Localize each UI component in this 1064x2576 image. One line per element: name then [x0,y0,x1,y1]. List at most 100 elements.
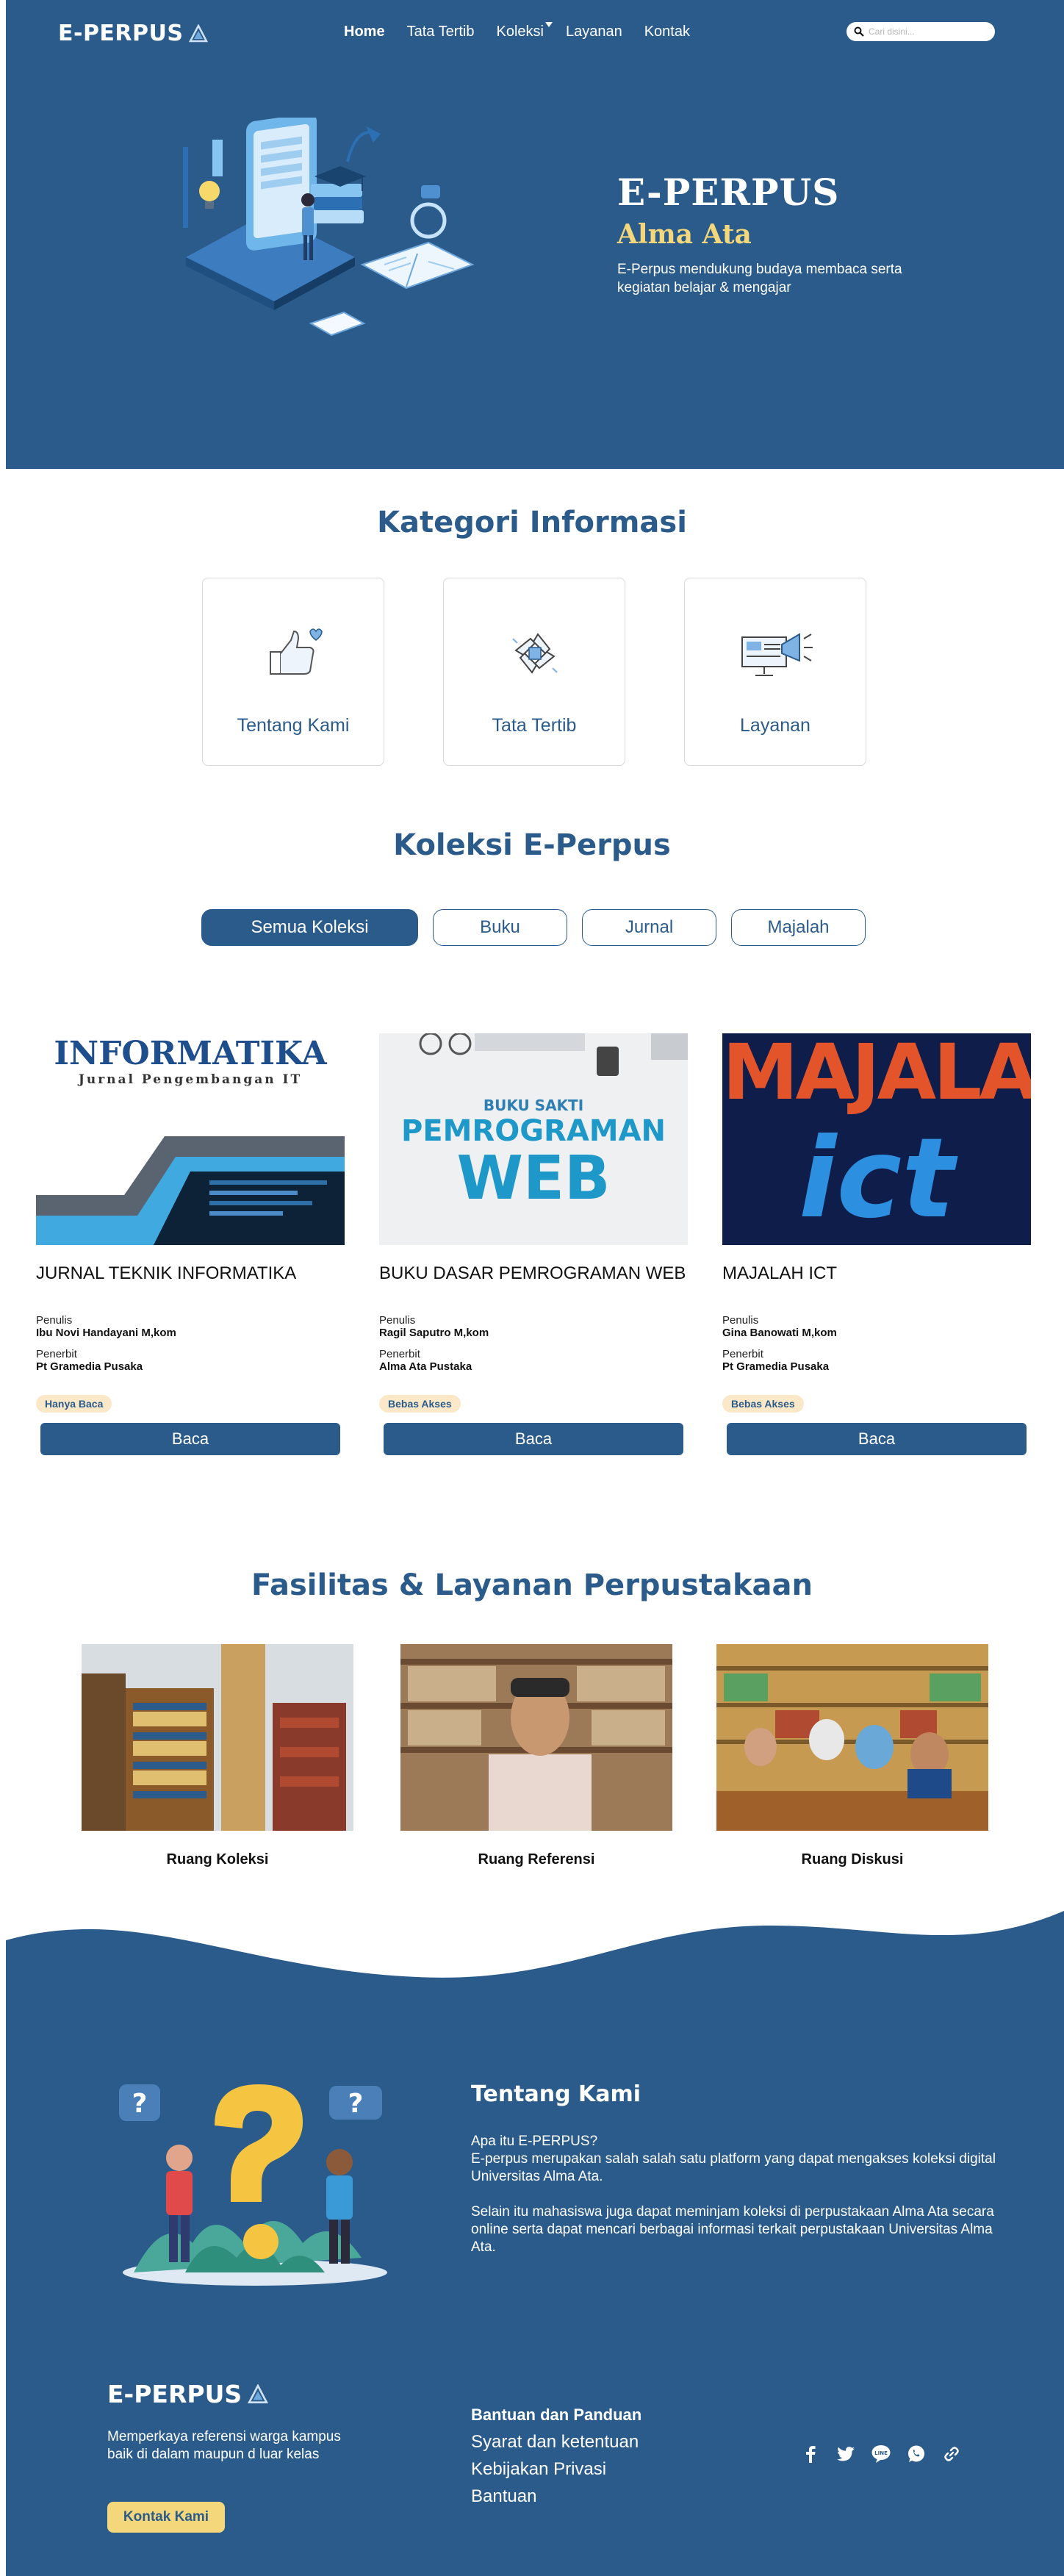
penulis-value: Gina Banowati M,kom [722,1327,837,1339]
about-paragraph-1: Apa itu E-PERPUS? E-perpus merupakan sala… [471,2133,1015,2186]
nav-link-layanan[interactable]: Layanan [566,24,622,40]
brand-logo[interactable]: E-PERPUS [58,21,209,46]
koleksi-title: Koleksi E-Perpus [393,828,671,862]
facility-photo-ruang-koleksi [82,1644,353,1831]
help-link-bantuan[interactable]: Bantuan [471,2485,639,2508]
help-link-syarat[interactable]: Syarat dan ketentuan [471,2430,639,2453]
nav-link-kontak[interactable]: Kontak [644,24,690,40]
cover-title: BUKU SAKTI [483,1097,584,1114]
penulis-label: Penulis [36,1314,73,1327]
category-label: Tentang Kami [237,715,350,736]
facebook-icon[interactable] [801,2444,820,2464]
question-illustration: ? ? [119,2084,387,2286]
facility-card: Ruang Diskusi [716,1644,988,1868]
category-label: Layanan [740,715,810,736]
megaphone-screen-icon [741,633,813,676]
alma-ata-logo-icon [189,24,209,42]
brand-name[interactable]: E-PERPUS [58,21,183,46]
access-badge: Hanya Baca [36,1395,112,1413]
category-card-layanan[interactable]: Layanan [684,578,866,766]
facility-label: Ruang Diskusi [801,1851,904,1868]
nav-link-koleksi-label: Koleksi [496,24,544,40]
facility-photo-ruang-diskusi [716,1644,988,1831]
nav-link-tata-tertib[interactable]: Tata Tertib [407,24,475,40]
librarian-photo [400,1644,672,1831]
facility-card: Ruang Referensi [400,1644,672,1868]
read-button[interactable]: Baca [384,1423,683,1455]
search-input[interactable] [869,26,979,37]
filter-jurnal[interactable]: Jurnal [582,909,716,946]
book-cover-majalah-ict[interactable]: MAJALAH ict [722,1033,1031,1245]
filter-semua-koleksi[interactable]: Semua Koleksi [201,909,418,946]
cover-title: MAJALAH [722,1033,1031,1117]
svg-text:LINE: LINE [874,2450,888,2456]
book-cover-informatika[interactable]: INFORMATIKA Jurnal Pengembangan IT [36,1033,345,1245]
cover-graphic [36,1136,345,1245]
penulis-value: Ibu Novi Handayani M,kom [36,1327,176,1339]
kategori-title: Kategori Informasi [377,506,687,539]
footer-brand-name: E-PERPUS [107,2380,242,2408]
fasilitas-title: Fasilitas & Layanan Perpustakaan [251,1568,813,1602]
hero-description: E-Perpus mendukung budaya membaca serta … [617,262,902,295]
read-button[interactable]: Baca [727,1423,1027,1455]
filter-buku[interactable]: Buku [433,909,567,946]
about-paragraph-2: Selain itu mahasiswa juga dapat meminjam… [471,2204,994,2255]
penerbit-value: Pt Gramedia Pusaka [36,1360,143,1373]
footer-tagline: Memperkaya referensi warga kampus baik d… [107,2429,341,2462]
penulis-label: Penulis [722,1314,759,1327]
book-title[interactable]: BUKU DASAR PEMROGRAMAN WEB [379,1263,688,1305]
book-title[interactable]: MAJALAH ICT [722,1263,1031,1305]
whatsapp-icon[interactable] [907,2444,926,2464]
alma-ata-logo-icon [248,2383,269,2403]
facility-label: Ruang Referensi [478,1851,595,1868]
penerbit-label: Penerbit [379,1348,420,1360]
nav-link-koleksi[interactable]: Koleksi [496,22,553,40]
help-link-kebijakan[interactable]: Kebijakan Privasi [471,2458,639,2480]
about-answer: E-perpus merupakan salah salah satu plat… [471,2151,996,2184]
cover-text-wrap: BUKU SAKTI PEMROGRAMAN WEB [379,1097,688,1210]
svg-text:?: ? [348,2089,364,2119]
svg-text:?: ? [132,2089,148,2119]
about-title: Tentang Kami [471,2081,641,2107]
read-button[interactable]: Baca [40,1423,340,1455]
twitter-icon[interactable] [836,2444,855,2464]
book-card: BUKU SAKTI PEMROGRAMAN WEB BUKU DASAR PE… [379,1033,688,1455]
book-card: INFORMATIKA Jurnal Pengembangan IT JURNA… [36,1033,345,1455]
hero-section: E-PERPUS Home Tata Tertib Koleksi Layana… [6,0,1064,469]
contact-button[interactable]: Kontak Kami [107,2502,225,2533]
discussion-photo [716,1644,988,1831]
cover-subtitle: ict [798,1115,955,1243]
book-cover-pemrograman-web[interactable]: BUKU SAKTI PEMROGRAMAN WEB [379,1033,688,1245]
line-icon[interactable]: LINE [871,2444,891,2464]
navbar: E-PERPUS Home Tata Tertib Koleksi Layana… [6,0,1064,66]
about-question: Apa itu E-PERPUS? [471,2134,598,2149]
nav-link-home[interactable]: Home [344,24,385,40]
penerbit-value: Alma Ata Pustaka [379,1360,472,1373]
facility-photo-ruang-referensi [400,1644,672,1831]
penulis-label: Penulis [379,1314,416,1327]
penerbit-label: Penerbit [722,1348,763,1360]
penerbit-label: Penerbit [36,1348,77,1360]
link-icon[interactable] [942,2444,961,2464]
thumbs-up-heart-icon [270,628,323,675]
access-badge: Bebas Akses [722,1395,804,1413]
chevron-down-icon [544,22,553,27]
social-links: LINE [801,2444,961,2464]
category-card-tata-tertib[interactable]: Tata Tertib [443,578,625,766]
facility-card: Ruang Koleksi [82,1644,353,1868]
facility-label: Ruang Koleksi [166,1851,269,1868]
hero-title: E-PERPUS [617,171,840,214]
category-label: Tata Tertib [492,715,577,736]
filter-majalah[interactable]: Majalah [731,909,866,946]
about-text: Apa itu E-PERPUS? E-perpus merupakan sala… [471,2133,1015,2274]
help-links: Syarat dan ketentuan Kebijakan Privasi B… [471,2430,639,2508]
footer-brand[interactable]: E-PERPUS [107,2380,269,2408]
category-card-tentang-kami[interactable]: Tentang Kami [202,578,384,766]
search-box [846,22,995,41]
access-badge: Bebas Akses [379,1395,461,1413]
bookshelf-photo [82,1644,353,1831]
search-icon [854,26,864,37]
hero-illustration [183,118,475,337]
penerbit-value: Pt Gramedia Pusaka [722,1360,830,1373]
book-title[interactable]: JURNAL TEKNIK INFORMATIKA [36,1263,345,1305]
